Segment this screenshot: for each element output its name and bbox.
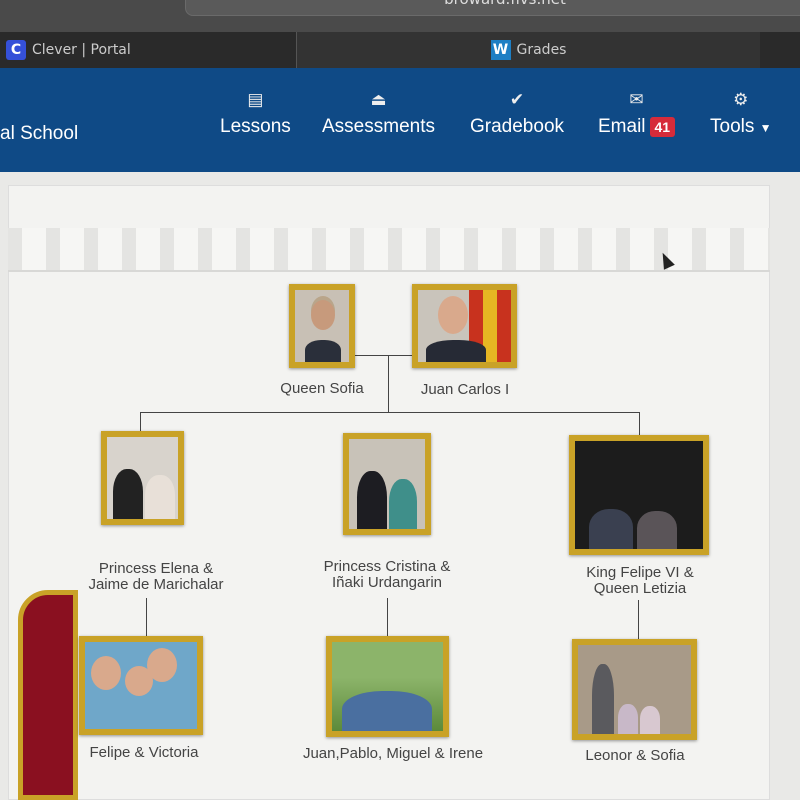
photo-cristina-children: [326, 636, 449, 737]
connector: [387, 598, 388, 636]
photo-juan-carlos: [412, 284, 517, 368]
label-felipe: King Felipe VI & Queen Letizia: [586, 565, 694, 597]
label-juan-carlos: Juan Carlos I: [420, 381, 510, 398]
tab-grades[interactable]: W Grades: [296, 32, 760, 68]
label-line: Princess Cristina &: [323, 558, 451, 575]
photo-felipe-victoria: [79, 636, 203, 735]
nav-lessons[interactable]: ▤ Lessons: [220, 90, 291, 138]
inbox-icon: ⏏: [370, 90, 387, 109]
caret-down-icon: ▼: [759, 121, 772, 135]
connector: [388, 355, 389, 412]
decorative-molding: [8, 228, 770, 272]
connector: [639, 412, 640, 436]
address-bar[interactable]: broward.flvs.net: [185, 0, 800, 16]
photo-elena-jaime: [101, 431, 184, 525]
book-icon: ▤: [247, 90, 264, 109]
school-name[interactable]: al School: [0, 123, 78, 145]
nav-assessments[interactable]: ⏏ Assessments: [322, 90, 435, 138]
label-cristina-children: Juan,Pablo, Miguel & Irene: [302, 745, 484, 762]
photo-felipe-letizia: [569, 435, 709, 555]
browser-toolbar: broward.flvs.net: [0, 0, 800, 32]
gear-icon: ⚙: [733, 90, 749, 109]
nav-label: Email: [598, 116, 646, 137]
nav-label: Assessments: [322, 116, 435, 137]
photo-leonor-sofia: [572, 639, 697, 740]
connector: [638, 600, 639, 639]
label-elena: Princess Elena & Jaime de Marichalar: [88, 561, 223, 593]
check-icon: ✔: [509, 90, 525, 109]
label-cristina: Princess Cristina & Iñaki Urdangarin: [324, 559, 451, 591]
site-nav: al School ▤ Lessons ⏏ Assessments ✔ Gradebo…: [0, 68, 800, 172]
label-line: Jaime de Marichalar: [88, 576, 224, 593]
label-line: Princess Elena &: [98, 560, 214, 577]
label-line: King Felipe VI &: [586, 564, 694, 581]
nav-label: Lessons: [220, 116, 291, 137]
label-queen-sofia: Queen Sofia: [280, 380, 364, 397]
connector: [140, 412, 141, 432]
connector: [355, 355, 412, 356]
tab-label: Clever | Portal: [32, 42, 131, 58]
connector: [140, 412, 640, 413]
photo-cristina-inaki: [343, 433, 431, 535]
photo-queen-sofia: [289, 284, 355, 368]
nav-gradebook[interactable]: ✔ Gradebook: [470, 90, 564, 138]
label-line: Iñaki Urdangarin: [331, 574, 443, 591]
tab-bar: C Clever | Portal W Grades: [0, 32, 800, 68]
throne-decoration: [18, 590, 78, 800]
label-felipe-victoria: Felipe & Victoria: [89, 744, 199, 761]
clever-icon: C: [6, 40, 26, 60]
label-line: Queen Letizia: [593, 580, 687, 597]
tab-label: Grades: [516, 42, 567, 58]
nav-label: Gradebook: [470, 116, 565, 137]
connector: [146, 598, 147, 636]
label-leonor-sofia: Leonor & Sofia: [585, 747, 685, 764]
envelope-icon: ✉: [629, 90, 644, 109]
nav-label: Tools: [710, 116, 755, 137]
w-icon: W: [490, 40, 511, 60]
email-badge: 41: [649, 117, 676, 137]
nav-email[interactable]: ✉ Email 41: [598, 90, 676, 138]
nav-tools[interactable]: ⚙ Tools ▼: [710, 90, 772, 138]
tab-clever[interactable]: C Clever | Portal: [6, 32, 131, 68]
